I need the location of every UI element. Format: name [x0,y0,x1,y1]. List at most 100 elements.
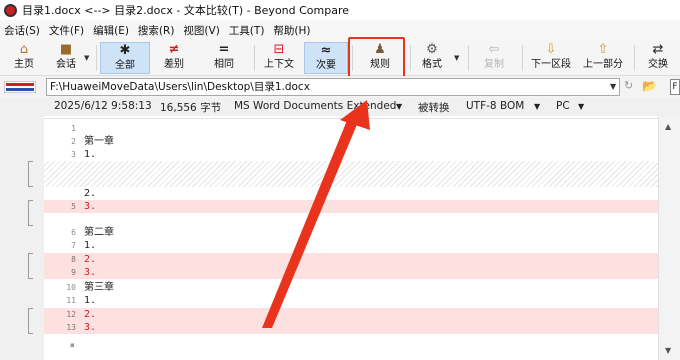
line-number: 7 [71,241,76,250]
show-same-button[interactable]: = 相同 [202,42,246,74]
scroll-up-arrow[interactable]: ▲ [665,122,671,131]
line-text: 3. [84,322,97,333]
line-text: 2. [84,188,97,199]
editor-line[interactable]: 2 第一章 [44,135,658,148]
editor-line[interactable]: 11 1. [44,294,658,307]
not-equal-icon: ≠ [168,42,180,57]
encoding-select[interactable]: UTF-8 BOM [466,100,524,112]
approx-icon: ≈ [320,43,332,58]
minor-button[interactable]: ≈ 次要 [304,42,348,74]
diff-line[interactable]: 12 2. [44,308,658,321]
diff-line[interactable]: 9 3. [44,266,658,279]
editor-line[interactable]: 2. [44,187,658,200]
menu-bar: 会话(S) 文件(F) 编辑(E) 搜索(R) 视图(V) 工具(T) 帮助(H… [0,20,680,40]
toolbar-divider [96,45,97,71]
toolbar-divider [468,45,469,71]
window-title: 目录1.docx <--> 目录2.docx - 文本比较(T) - Beyon… [22,4,350,17]
menu-session[interactable]: 会话(S) [4,23,40,38]
file-format-select[interactable]: MS Word Documents Extended [234,100,396,112]
menu-tools[interactable]: 工具(T) [229,23,265,38]
diff-line[interactable]: 5 3. [44,200,658,213]
encoding-dropdown-arrow[interactable]: ▼ [534,102,540,111]
home-button[interactable]: ⌂ 主页 [8,42,40,74]
line-number: 12 [66,310,76,319]
line-ending-dropdown-arrow[interactable]: ▼ [578,102,584,111]
context-icon: ⊟ [273,42,285,57]
line-text: 第二章 [84,227,114,238]
menu-search[interactable]: 搜索(R) [138,23,175,38]
line-number: 3 [71,150,76,159]
line-number: 13 [66,323,76,332]
format-dropdown-arrow[interactable]: ▼ [454,54,459,62]
asterisk-icon: ✱ [119,43,131,58]
diff-bracket [28,200,33,226]
session-dropdown-arrow[interactable]: ▼ [84,54,89,62]
diff-bracket [28,161,33,187]
line-number: 8 [71,255,76,264]
format-button[interactable]: ⚙ 格式 [414,42,450,74]
swap-button[interactable]: ⇄ 交换 [640,42,676,74]
diff-line[interactable]: 13 3. [44,321,658,334]
context-button[interactable]: ⊟ 上下文 [258,42,300,74]
menu-edit[interactable]: 编辑(E) [93,23,129,38]
toolbar: ⌂ 主页 ■ 会话 ▼ ✱ 全部 ≠ 差别 = 相同 ⊟ 上下文 ≈ 次要 ♟ … [0,40,680,76]
toolbar-divider [254,45,255,71]
equal-icon: = [218,42,230,57]
toolbar-divider [522,45,523,71]
annotation-highlight-box [348,37,405,81]
editor-line[interactable]: 10 第三章 [44,281,658,294]
file-flag-icon [4,81,36,93]
gear-doc-icon: ⚙ [426,42,438,57]
conversion-label: 被转换 [418,102,450,114]
line-text: 2. [84,309,97,320]
show-all-button[interactable]: ✱ 全部 [100,42,150,74]
diff-line[interactable]: 8 2. [44,253,658,266]
editor-line[interactable]: 7 1. [44,239,658,252]
line-text: 第一章 [84,136,114,147]
menu-help[interactable]: 帮助(H) [273,23,310,38]
line-number: 10 [66,283,76,292]
session-button[interactable]: ■ 会话 [50,42,82,74]
line-text: 3. [84,267,97,278]
line-text: 3. [84,201,97,212]
line-number: 1 [71,124,76,133]
file-path-input[interactable]: F:\HuaweiMoveData\Users\lin\Desktop\目录1.… [46,78,620,96]
end-of-file-marker: ▪ [70,341,75,349]
next-section-button[interactable]: ⇩ 下一区段 [526,42,576,74]
diff-bracket [28,253,33,279]
editor-line[interactable]: 3 1. [44,148,658,161]
line-number: 5 [71,202,76,211]
path-dropdown-arrow[interactable]: ▼ [610,78,616,96]
scroll-down-arrow[interactable]: ▼ [665,346,671,355]
vertical-scrollbar[interactable] [658,116,680,360]
left-gutter [0,116,44,360]
save-file-icon[interactable]: F [670,79,680,95]
file-datetime: 2025/6/12 9:58:13 [54,100,152,112]
line-number: 11 [66,296,76,305]
editor-line[interactable] [44,213,658,226]
path-row: F:\HuaweiMoveData\Users\lin\Desktop\目录1.… [0,76,680,98]
menu-file[interactable]: 文件(F) [49,23,84,38]
menu-view[interactable]: 视图(V) [183,23,219,38]
arrow-up-icon: ⇧ [597,42,609,57]
show-diff-button[interactable]: ≠ 差别 [152,42,196,74]
toolbar-divider [410,45,411,71]
format-dropdown-arrow[interactable]: ▼ [396,102,402,111]
line-text: 1. [84,149,97,160]
line-ending-select[interactable]: PC [556,100,570,112]
line-text: 2. [84,254,97,265]
prev-part-button[interactable]: ⇧ 上一部分 [578,42,628,74]
diff-bracket [28,308,33,334]
line-number: 6 [71,228,76,237]
open-folder-icon[interactable]: 📂 [642,79,657,93]
copy-button[interactable]: ⇦ 复制 [474,42,514,74]
line-number: 2 [71,137,76,146]
app-logo-icon [4,3,17,17]
path-history-icon[interactable]: ↻ [624,79,633,92]
editor-line[interactable]: 6 第二章 [44,226,658,239]
toolbar-divider [634,45,635,71]
editor-line[interactable]: 1 [44,122,658,135]
line-text: 1. [84,240,97,251]
file-size: 16,556 字节 [160,102,222,114]
line-text: 1. [84,295,97,306]
